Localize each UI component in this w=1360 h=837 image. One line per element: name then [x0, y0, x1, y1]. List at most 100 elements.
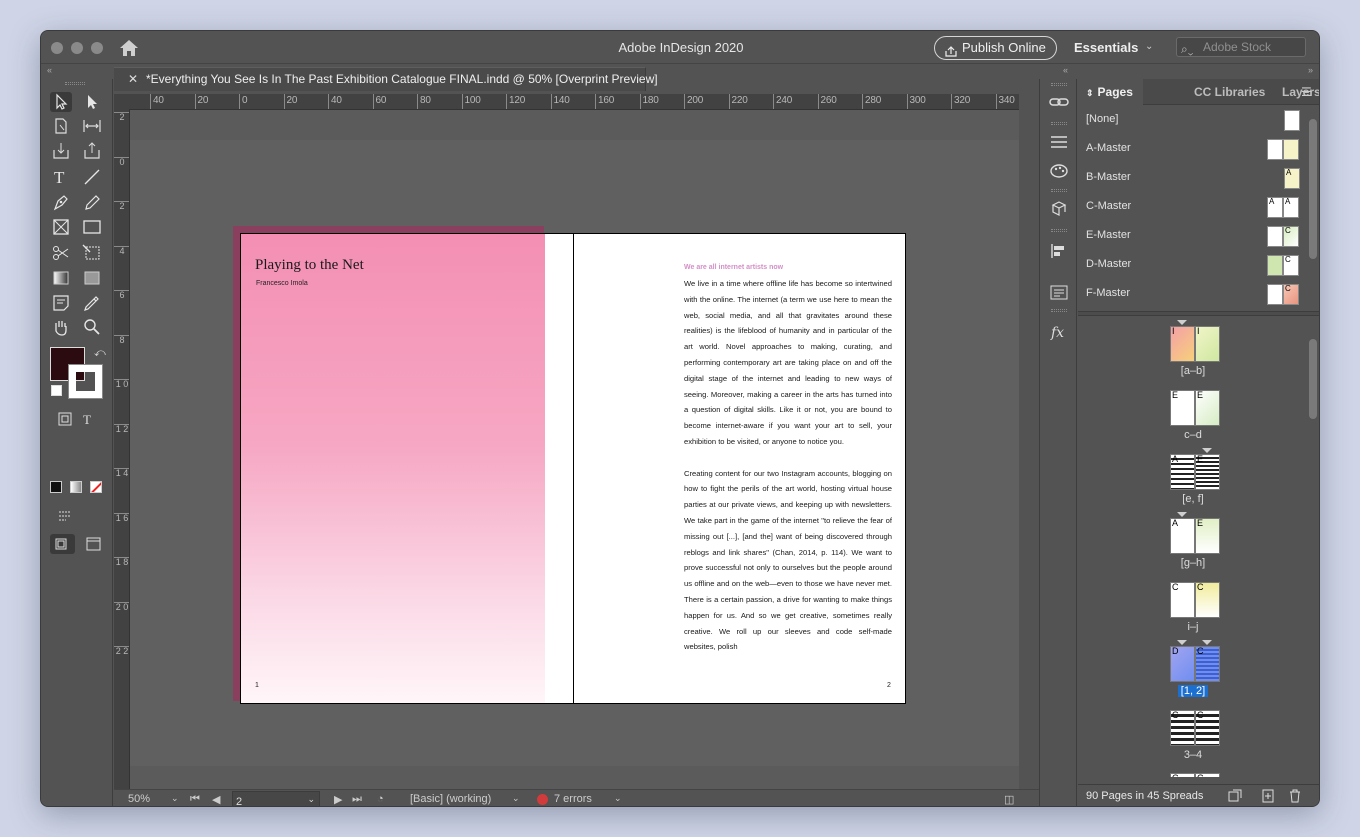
- collapse-tools-icon[interactable]: «: [47, 65, 52, 79]
- free-transform-tool-icon[interactable]: [81, 243, 103, 263]
- cc-libraries-icon[interactable]: [1048, 199, 1070, 219]
- expand-panels-icon[interactable]: »: [1308, 65, 1313, 79]
- screen-mode-icon[interactable]: [54, 506, 76, 526]
- formatting-affects-container-icon[interactable]: [54, 409, 76, 429]
- first-spread-icon[interactable]: ⏮: [190, 793, 200, 806]
- direct-selection-tool-icon[interactable]: [81, 92, 103, 112]
- gradient-swatch-tool-icon[interactable]: [50, 268, 72, 288]
- right-page[interactable]: We are all internet artists now We live …: [573, 233, 906, 704]
- preflight-profile[interactable]: [Basic] (working): [410, 793, 491, 805]
- effects-icon[interactable]: fx: [1048, 322, 1070, 342]
- master-row-b[interactable]: B-Master A: [1078, 164, 1306, 193]
- links-icon[interactable]: [1048, 92, 1070, 112]
- strip-grip[interactable]: [1051, 122, 1067, 125]
- zoom-window-button[interactable]: [91, 42, 103, 54]
- pink-gradient-frame[interactable]: [241, 234, 545, 703]
- chevron-down-icon[interactable]: ⌄: [1145, 41, 1153, 52]
- pen-tool-icon[interactable]: [50, 192, 72, 212]
- apply-gradient-icon[interactable]: [70, 481, 82, 493]
- spread-label[interactable]: c–d: [1153, 429, 1233, 441]
- spread-thumbnail[interactable]: C C: [1170, 582, 1220, 618]
- tools-grip[interactable]: [65, 82, 85, 85]
- preflight-menu-chevron-icon[interactable]: ⌄: [614, 793, 622, 804]
- pages-scrollbar[interactable]: [1309, 319, 1317, 779]
- preflight-chevron-icon[interactable]: ⌄: [512, 793, 520, 804]
- strip-grip[interactable]: [1051, 309, 1067, 312]
- master-row-c[interactable]: C-Master A A: [1078, 193, 1306, 222]
- page-tool-icon[interactable]: [50, 116, 72, 136]
- open-document-page-icon[interactable]: ◔: [377, 793, 384, 805]
- swap-fill-stroke-icon[interactable]: ⤺: [94, 347, 106, 360]
- essay-paragraph[interactable]: We live in a time where offline life has…: [684, 276, 892, 450]
- gap-tool-icon[interactable]: [81, 116, 103, 136]
- rectangle-tool-icon[interactable]: [81, 217, 103, 237]
- paragraph-styles-icon[interactable]: [1048, 282, 1070, 302]
- spread-thumbnail[interactable]: E E: [1170, 390, 1220, 426]
- tab-cc-libraries[interactable]: CC Libraries: [1194, 79, 1265, 105]
- selection-tool-icon[interactable]: [50, 92, 72, 112]
- spread-label[interactable]: i–j: [1153, 621, 1233, 633]
- page-number-field[interactable]: 2 ⌄: [232, 791, 320, 806]
- adobe-stock-search[interactable]: ⌕⌄ Adobe Stock: [1176, 37, 1306, 57]
- close-window-button[interactable]: [51, 42, 63, 54]
- spread-thumbnail[interactable]: C C: [1170, 710, 1220, 746]
- spread-thumbnail[interactable]: C C: [1170, 773, 1220, 777]
- stroke-panel-icon[interactable]: [1048, 132, 1070, 152]
- spread-thumbnail-selected[interactable]: D C: [1170, 646, 1220, 682]
- masters-scroll-thumb[interactable]: [1309, 119, 1317, 259]
- trash-icon[interactable]: [1288, 789, 1302, 803]
- pencil-tool-icon[interactable]: [81, 192, 103, 212]
- zoom-level[interactable]: 50%: [128, 793, 150, 805]
- spread-thumbnail[interactable]: A E: [1170, 454, 1220, 490]
- spread-thumbnail[interactable]: I I: [1170, 326, 1220, 362]
- normal-view-icon[interactable]: [50, 534, 75, 554]
- gradient-feather-tool-icon[interactable]: [81, 268, 103, 288]
- last-spread-icon[interactable]: ⏭: [352, 793, 362, 806]
- stroke-swatch[interactable]: [68, 364, 103, 399]
- spread-label[interactable]: [a–b]: [1153, 365, 1233, 377]
- document-tab[interactable]: ✕ *Everything You See Is In The Past Exh…: [114, 67, 658, 91]
- tab-pages[interactable]: ⇕ Pages: [1078, 79, 1143, 105]
- strip-grip[interactable]: [1051, 83, 1067, 86]
- spread-label-selected[interactable]: [1, 2]: [1153, 685, 1233, 697]
- horizontal-ruler[interactable]: 40 20 0 20 40 60 80 100 120 140 160 180 200 220 240 260…: [129, 94, 1019, 110]
- content-placer-icon[interactable]: [81, 141, 103, 161]
- align-icon[interactable]: [1048, 241, 1070, 261]
- spread-label[interactable]: [e, f]: [1153, 493, 1233, 505]
- type-tool-icon[interactable]: T: [50, 167, 72, 187]
- eyedropper-tool-icon[interactable]: [81, 293, 103, 313]
- pages-scroll-thumb[interactable]: [1309, 339, 1317, 419]
- home-icon[interactable]: [119, 39, 139, 57]
- content-collector-icon[interactable]: [50, 141, 72, 161]
- collapse-panels-icon[interactable]: «: [1063, 65, 1068, 79]
- spread-thumbnail[interactable]: A E: [1170, 518, 1220, 554]
- split-window-icon[interactable]: ◫: [1004, 793, 1014, 806]
- close-document-icon[interactable]: ✕: [128, 68, 138, 91]
- master-row-a[interactable]: A-Master: [1078, 135, 1306, 164]
- formatting-affects-text-icon[interactable]: T: [77, 409, 99, 429]
- master-row-e[interactable]: E-Master C: [1078, 222, 1306, 251]
- master-row-d[interactable]: D-Master C: [1078, 251, 1306, 280]
- master-row-f[interactable]: F-Master C: [1078, 280, 1306, 309]
- strip-grip[interactable]: [1051, 189, 1067, 192]
- panel-menu-icon[interactable]: ☰: [1301, 85, 1312, 99]
- default-colors-icon[interactable]: [51, 385, 62, 396]
- note-tool-icon[interactable]: [50, 293, 72, 313]
- strip-grip[interactable]: [1051, 229, 1067, 232]
- zoom-chevron-icon[interactable]: ⌄: [171, 793, 179, 804]
- rectangle-frame-tool-icon[interactable]: [50, 217, 72, 237]
- edit-page-size-icon[interactable]: [1228, 789, 1242, 803]
- ruler-origin[interactable]: [114, 94, 130, 110]
- article-title[interactable]: Playing to the Net: [255, 257, 364, 274]
- publish-online-button[interactable]: Publish Online: [934, 36, 1057, 60]
- minimize-window-button[interactable]: [71, 42, 83, 54]
- hand-tool-icon[interactable]: [50, 317, 72, 337]
- preflight-errors[interactable]: 7 errors: [554, 793, 592, 805]
- next-page-icon[interactable]: ▶: [334, 793, 342, 806]
- previous-page-icon[interactable]: ◀: [212, 793, 220, 806]
- workspace-switcher[interactable]: Essentials: [1074, 40, 1138, 55]
- essay-paragraph[interactable]: Creating content for our two Instagram a…: [684, 466, 892, 656]
- preview-mode-icon[interactable]: [83, 534, 105, 554]
- panel-divider[interactable]: [1078, 311, 1319, 316]
- spread-label[interactable]: [g–h]: [1153, 557, 1233, 569]
